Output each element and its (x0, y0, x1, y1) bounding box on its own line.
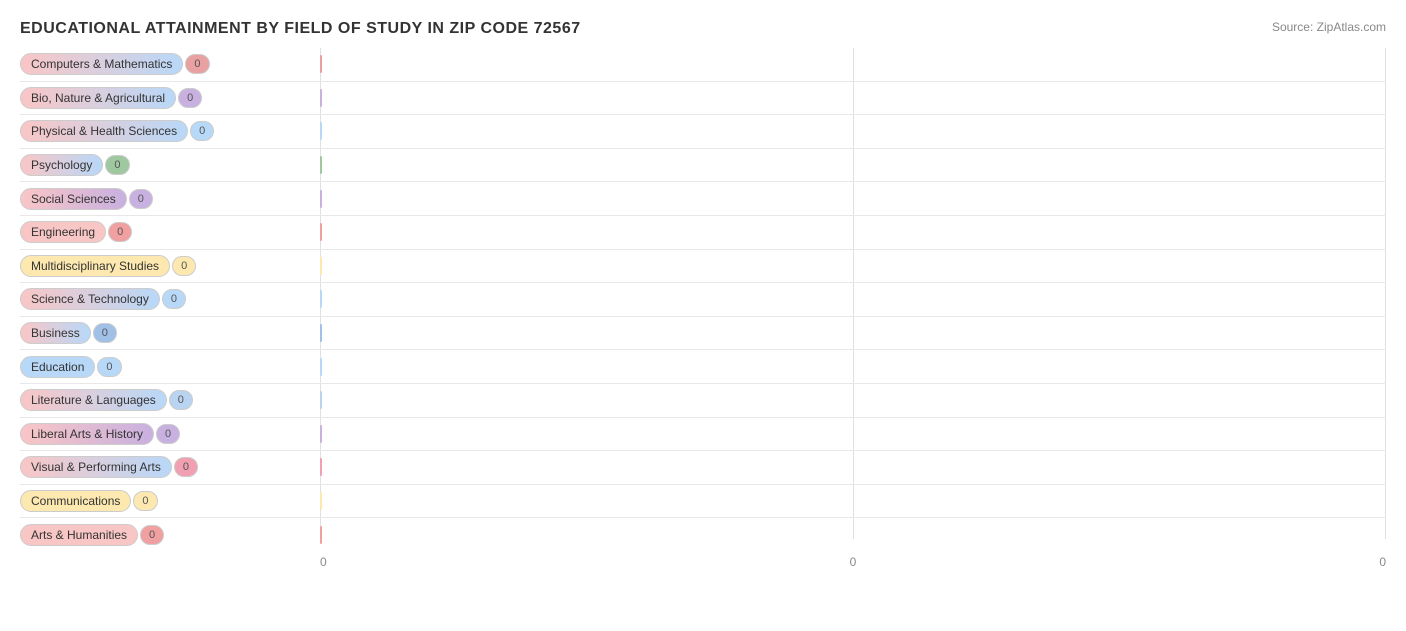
bar-label-pill: Literature & Languages (20, 389, 167, 411)
chart-title: EDUCATIONAL ATTAINMENT BY FIELD OF STUDY… (20, 20, 1386, 38)
bar-row: Social Sciences0 (20, 182, 1386, 216)
bar-fill (320, 156, 322, 174)
bar-track (320, 55, 1386, 73)
bar-row: Visual & Performing Arts0 (20, 451, 1386, 485)
bar-row: Bio, Nature & Agricultural0 (20, 82, 1386, 116)
label-area: Engineering0 (20, 221, 320, 243)
bar-row: Multidisciplinary Studies0 (20, 250, 1386, 284)
bar-track (320, 89, 1386, 107)
bar-label-pill: Education (20, 356, 95, 378)
bar-fill (320, 257, 322, 275)
label-area: Visual & Performing Arts0 (20, 456, 320, 478)
bar-label-pill: Social Sciences (20, 188, 127, 210)
bar-fill (320, 526, 322, 544)
bar-track (320, 458, 1386, 476)
bar-row: Liberal Arts & History0 (20, 418, 1386, 452)
bar-label-pill: Psychology (20, 154, 103, 176)
bar-value-badge: 0 (105, 155, 129, 175)
label-area: Physical & Health Sciences0 (20, 120, 320, 142)
label-area: Education0 (20, 356, 320, 378)
bar-value-badge: 0 (178, 88, 202, 108)
bar-label-pill: Multidisciplinary Studies (20, 255, 170, 277)
bar-track (320, 492, 1386, 510)
bar-row: Communications0 (20, 485, 1386, 519)
x-axis: 0 0 0 (320, 551, 1386, 569)
label-area: Social Sciences0 (20, 188, 320, 210)
bar-label-pill: Science & Technology (20, 288, 160, 310)
label-area: Psychology0 (20, 154, 320, 176)
label-area: Bio, Nature & Agricultural0 (20, 87, 320, 109)
bar-value-badge: 0 (140, 525, 164, 545)
bar-label-pill: Bio, Nature & Agricultural (20, 87, 176, 109)
bar-track (320, 324, 1386, 342)
bar-fill (320, 492, 322, 510)
bar-fill (320, 458, 322, 476)
bar-value-badge: 0 (93, 323, 117, 343)
label-area: Multidisciplinary Studies0 (20, 255, 320, 277)
bar-label-pill: Arts & Humanities (20, 524, 138, 546)
label-area: Literature & Languages0 (20, 389, 320, 411)
bar-value-badge: 0 (156, 424, 180, 444)
bar-value-badge: 0 (174, 457, 198, 477)
label-area: Business0 (20, 322, 320, 344)
bar-row: Literature & Languages0 (20, 384, 1386, 418)
bar-label-pill: Engineering (20, 221, 106, 243)
bar-row: Engineering0 (20, 216, 1386, 250)
bar-track (320, 190, 1386, 208)
bar-value-badge: 0 (185, 54, 209, 74)
x-axis-label: 0 (320, 555, 327, 569)
label-area: Communications0 (20, 490, 320, 512)
chart-container: EDUCATIONAL ATTAINMENT BY FIELD OF STUDY… (0, 0, 1406, 631)
bar-label-pill: Visual & Performing Arts (20, 456, 172, 478)
bar-track (320, 122, 1386, 140)
bar-value-badge: 0 (108, 222, 132, 242)
bar-track (320, 223, 1386, 241)
bar-value-badge: 0 (190, 121, 214, 141)
bar-track (320, 358, 1386, 376)
bar-label-pill: Computers & Mathematics (20, 53, 183, 75)
bar-label-pill: Liberal Arts & History (20, 423, 154, 445)
bar-value-badge: 0 (162, 289, 186, 309)
bar-track (320, 290, 1386, 308)
bar-track (320, 156, 1386, 174)
bar-value-badge: 0 (133, 491, 157, 511)
label-area: Computers & Mathematics0 (20, 53, 320, 75)
bar-track (320, 425, 1386, 443)
bar-label-pill: Communications (20, 490, 131, 512)
bar-row: Psychology0 (20, 149, 1386, 183)
bar-row: Computers & Mathematics0 (20, 48, 1386, 82)
bar-fill (320, 122, 322, 140)
bar-label-pill: Physical & Health Sciences (20, 120, 188, 142)
bar-row: Physical & Health Sciences0 (20, 115, 1386, 149)
bar-rows: Computers & Mathematics0Bio, Nature & Ag… (20, 48, 1386, 551)
bar-row: Science & Technology0 (20, 283, 1386, 317)
label-area: Science & Technology0 (20, 288, 320, 310)
bar-fill (320, 425, 322, 443)
x-axis-label: 0 (1379, 555, 1386, 569)
bar-value-badge: 0 (172, 256, 196, 276)
bar-fill (320, 290, 322, 308)
bar-value-badge: 0 (97, 357, 121, 377)
bar-track (320, 257, 1386, 275)
bar-fill (320, 89, 322, 107)
bar-row: Education0 (20, 350, 1386, 384)
chart-area: Computers & Mathematics0Bio, Nature & Ag… (20, 48, 1386, 569)
bar-row: Arts & Humanities0 (20, 518, 1386, 551)
label-area: Arts & Humanities0 (20, 524, 320, 546)
bar-fill (320, 190, 322, 208)
chart-source: Source: ZipAtlas.com (1272, 20, 1386, 34)
bar-track (320, 526, 1386, 544)
bar-fill (320, 55, 322, 73)
bar-fill (320, 324, 322, 342)
bar-label-pill: Business (20, 322, 91, 344)
label-area: Liberal Arts & History0 (20, 423, 320, 445)
x-axis-label: 0 (850, 555, 857, 569)
bar-value-badge: 0 (129, 189, 153, 209)
bar-track (320, 391, 1386, 409)
bar-fill (320, 358, 322, 376)
bar-fill (320, 391, 322, 409)
bar-row: Business0 (20, 317, 1386, 351)
bar-value-badge: 0 (169, 390, 193, 410)
bar-fill (320, 223, 322, 241)
